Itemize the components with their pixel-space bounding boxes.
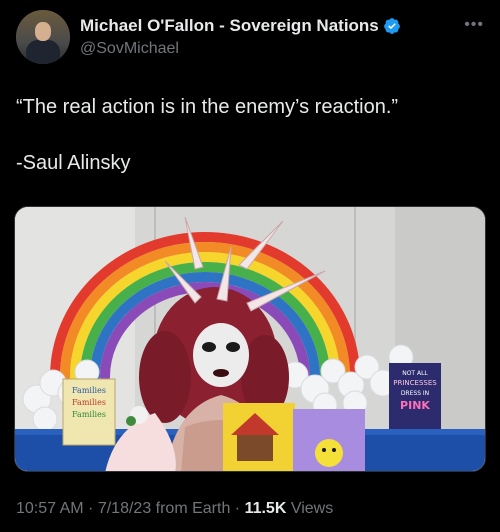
drag-queen-storytime-photo: Families Families Families NOT ALL PRINC… — [15, 207, 485, 471]
svg-text:NOT ALL: NOT ALL — [402, 370, 428, 377]
author-display-name[interactable]: Michael O'Fallon - Sovereign Nations — [80, 16, 379, 36]
tweet-text: “The real action is in the enemy’s react… — [16, 94, 484, 176]
views-count[interactable]: 11.5K — [245, 500, 287, 517]
tweet-image[interactable]: Families Families Families NOT ALL PRINC… — [14, 206, 486, 472]
more-dots-icon[interactable]: ••• — [464, 16, 484, 34]
svg-text:Families: Families — [72, 410, 106, 419]
avatar-face — [35, 22, 51, 41]
meta-separator: · — [83, 500, 98, 517]
svg-text:DRESS IN: DRESS IN — [401, 390, 429, 397]
avatar[interactable] — [16, 10, 70, 64]
verified-badge-icon[interactable] — [383, 17, 401, 35]
svg-text:PINK: PINK — [400, 399, 430, 412]
tweet-time[interactable]: 10:57 AM — [16, 500, 84, 517]
tweet-meta: 10:57 AM · 7/18/23 from Earth · 11.5K Vi… — [16, 500, 333, 518]
avatar-suit — [26, 40, 60, 64]
meta-separator: · — [230, 500, 245, 517]
author-handle[interactable]: @SovMichael — [80, 40, 179, 58]
tweet-line: -Saul Alinsky — [16, 152, 131, 174]
svg-text:Families: Families — [72, 386, 106, 395]
tweet-line: “The real action is in the enemy’s react… — [16, 96, 399, 118]
svg-text:PRINCESSES: PRINCESSES — [393, 379, 437, 387]
views-label: Views — [286, 500, 334, 517]
tweet-header: Michael O'Fallon - Sovereign Nations @So… — [16, 10, 484, 66]
author-name-row[interactable]: Michael O'Fallon - Sovereign Nations — [80, 16, 401, 36]
svg-text:Families: Families — [72, 398, 106, 407]
tweet-date[interactable]: 7/18/23 from Earth — [98, 500, 231, 517]
